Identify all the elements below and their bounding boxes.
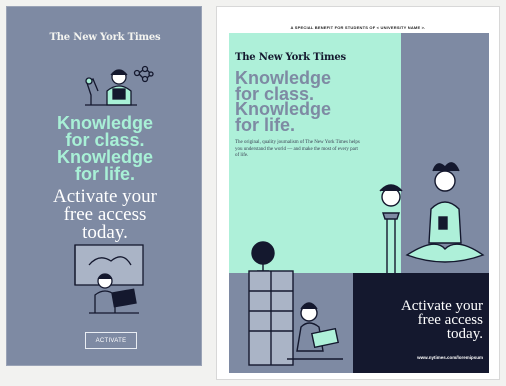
mobile-ad: The New York Times Knowledge for class. … (6, 6, 202, 366)
nyt-logo: The New York Times (235, 52, 346, 63)
activate-line: today. (82, 222, 128, 243)
headline: Knowledge for class. Knowledge for life. (235, 69, 331, 135)
headline: Knowledge for class. Knowledge for life. (7, 114, 203, 184)
banner-text: A SPECIAL BENEFIT FOR STUDENTS OF < UNIV… (290, 25, 426, 30)
scientist-illustration (85, 65, 154, 106)
activate-text: Activate your free access today. (7, 187, 203, 243)
activate-text: Activate your free access today. (400, 298, 483, 342)
student-laptop-illustration (74, 244, 144, 314)
activate-line: today. (446, 326, 483, 342)
body-copy: The original, quality journalism of The … (235, 140, 360, 158)
headline-line: for life. (235, 114, 296, 135)
activate-button[interactable]: ACTIVATE (85, 332, 137, 349)
bust-illustration (379, 184, 403, 273)
activate-line: Activate your (400, 298, 483, 314)
nyt-logo: The New York Times (49, 32, 161, 43)
activate-line: free access (417, 312, 483, 328)
student-bookshelf-illustration (248, 241, 343, 366)
print-ad: A SPECIAL BENEFIT FOR STUDENTS OF < UNIV… (216, 6, 500, 380)
headline-line: for life. (74, 164, 135, 184)
url-link[interactable]: www.nytimes.com/loremipsum (417, 355, 483, 360)
